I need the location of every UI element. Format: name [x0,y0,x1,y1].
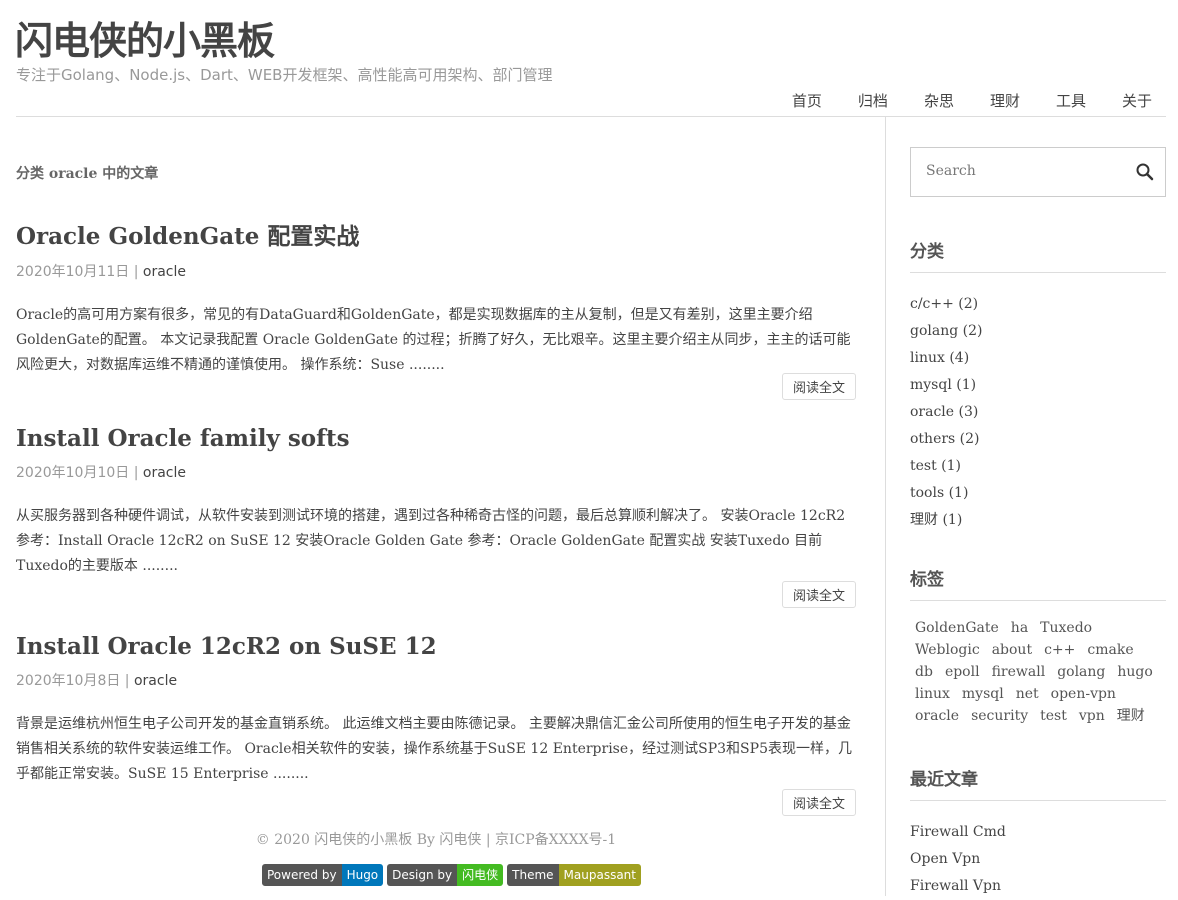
category-link[interactable]: others (2) [910,431,980,447]
badge-powered-by[interactable]: Powered by Hugo [262,864,384,886]
nav-item-tools[interactable]: 工具 [1056,90,1086,111]
tag-link[interactable]: open-vpn [1051,683,1116,705]
post-category-link[interactable]: oracle [134,673,177,689]
recent-posts-widget: 最近文章 Firewall Cmd Open Vpn Firewall Vpn [910,765,1166,900]
search-input[interactable] [911,148,1141,194]
tag-link[interactable]: linux [915,683,950,705]
badge-label: Theme [507,864,559,886]
post-title[interactable]: Install Oracle family softs [16,425,350,452]
tag-link[interactable]: c++ [1044,639,1075,661]
category-link[interactable]: test (1) [910,458,961,474]
nav-item-archive[interactable]: 归档 [858,90,888,111]
post-date: 2020年10月11日 [16,264,130,280]
post-excerpt: 背景是运维杭州恒生电子公司开发的基金直销系统。 此运维文档主要由陈德记录。 主要… [16,716,852,782]
tag-link[interactable]: test [1040,705,1067,727]
tag-link[interactable]: firewall [992,661,1046,683]
post-category-link[interactable]: oracle [143,264,186,280]
badge-value: 闪电侠 [457,864,504,886]
tag-link[interactable]: net [1016,683,1039,705]
tag-link[interactable]: Weblogic [915,639,980,661]
recent-post-link[interactable]: Firewall Vpn [910,878,1001,894]
categories-widget: 分类 c/c++ (2) golang (2) linux (4) mysql … [910,237,1166,534]
tag-cloud: GoldenGate ha Tuxedo Weblogic about c++ cmake d… [910,617,1166,727]
tag-link[interactable]: ha [1011,617,1028,639]
tag-link[interactable]: vpn [1079,705,1105,727]
tag-link[interactable]: security [971,705,1028,727]
nav-item-about[interactable]: 关于 [1122,90,1152,111]
search-icon[interactable] [1135,162,1155,182]
post-category-link[interactable]: oracle [143,465,186,481]
category-link[interactable]: mysql (1) [910,377,976,393]
post-excerpt: Oracle的高可用方案有很多，常见的有DataGuard和GoldenGate… [16,307,851,373]
post-meta: 2020年10月10日 | oracle [16,465,186,481]
site-title[interactable]: 闪电侠的小黑板 [15,10,275,65]
tag-link[interactable]: cmake [1087,639,1133,661]
search-box [910,147,1166,197]
header-divider [16,116,1166,117]
category-link[interactable]: golang (2) [910,323,982,339]
post-item: Oracle GoldenGate 配置实战 2020年10月11日 | ora… [16,217,856,400]
post-item: Install Oracle family softs 2020年10月10日 … [16,425,856,608]
tags-title: 标签 [910,565,1166,601]
post-excerpt: 从买服务器到各种硬件调试，从软件安装到测试环境的搭建，遇到过各种稀奇古怪的问题，… [16,508,846,574]
tag-link[interactable]: mysql [962,683,1004,705]
category-link[interactable]: c/c++ (2) [910,296,978,312]
page-heading: 分类 oracle 中的文章 [16,166,159,182]
badge-value: Hugo [341,864,384,886]
tag-link[interactable]: oracle [915,705,959,727]
nav-item-finance[interactable]: 理财 [990,90,1020,111]
categories-title: 分类 [910,237,1166,273]
read-more-button[interactable]: 阅读全文 [781,581,856,608]
post-item: Install Oracle 12cR2 on SuSE 12 2020年10月… [16,633,856,816]
nav-item-home[interactable]: 首页 [792,90,822,111]
tag-link[interactable]: golang [1057,661,1105,683]
post-date: 2020年10月10日 [16,465,130,481]
category-link[interactable]: 理财 (1) [910,512,962,528]
category-link[interactable]: oracle (3) [910,404,978,420]
footer-text: © 2020 闪电侠的小黑板 By 闪电侠 | 京ICP备XXXX号-1 [255,832,617,848]
badge-label: Powered by [262,864,342,886]
post-date: 2020年10月8日 [16,673,121,689]
tag-link[interactable]: epoll [945,661,980,683]
badge-design-by[interactable]: Design by 闪电侠 [387,864,504,886]
tag-link[interactable]: about [992,639,1032,661]
tag-link[interactable]: db [915,661,933,683]
tag-link[interactable]: Tuxedo [1040,617,1092,639]
tag-link[interactable]: 理财 [1117,705,1145,727]
tag-link[interactable]: GoldenGate [915,617,999,639]
read-more-button[interactable]: 阅读全文 [781,789,856,816]
tags-widget: 标签 GoldenGate ha Tuxedo Weblogic about c++ cma… [910,565,1166,727]
post-meta: 2020年10月8日 | oracle [16,673,178,689]
post-meta: 2020年10月11日 | oracle [16,264,186,280]
read-more-button[interactable]: 阅读全文 [781,373,856,400]
post-title[interactable]: Oracle GoldenGate 配置实战 [16,223,359,250]
footer-badges: Powered by Hugo Design by 闪电侠 Theme Maup… [262,864,641,886]
sidebar: 分类 c/c++ (2) golang (2) linux (4) mysql … [910,147,1166,894]
main-nav: 首页 归档 杂思 理财 工具 关于 [756,90,1152,111]
sidebar-divider [885,117,886,896]
site-description: 专注于Golang、Node.js、Dart、WEB开发框架、高性能高可用架构、… [16,66,553,84]
category-link[interactable]: linux (4) [910,350,969,366]
nav-item-thoughts[interactable]: 杂思 [924,90,954,111]
tag-link[interactable]: hugo [1117,661,1152,683]
badge-value: Maupassant [558,864,641,886]
recent-post-link[interactable]: Firewall Cmd [910,824,1006,840]
badge-label: Design by [387,864,458,886]
recent-posts-title: 最近文章 [910,765,1166,801]
recent-post-link[interactable]: Open Vpn [910,851,980,867]
category-link[interactable]: tools (1) [910,485,968,501]
post-title[interactable]: Install Oracle 12cR2 on SuSE 12 [16,633,437,660]
badge-theme[interactable]: Theme Maupassant [507,864,641,886]
